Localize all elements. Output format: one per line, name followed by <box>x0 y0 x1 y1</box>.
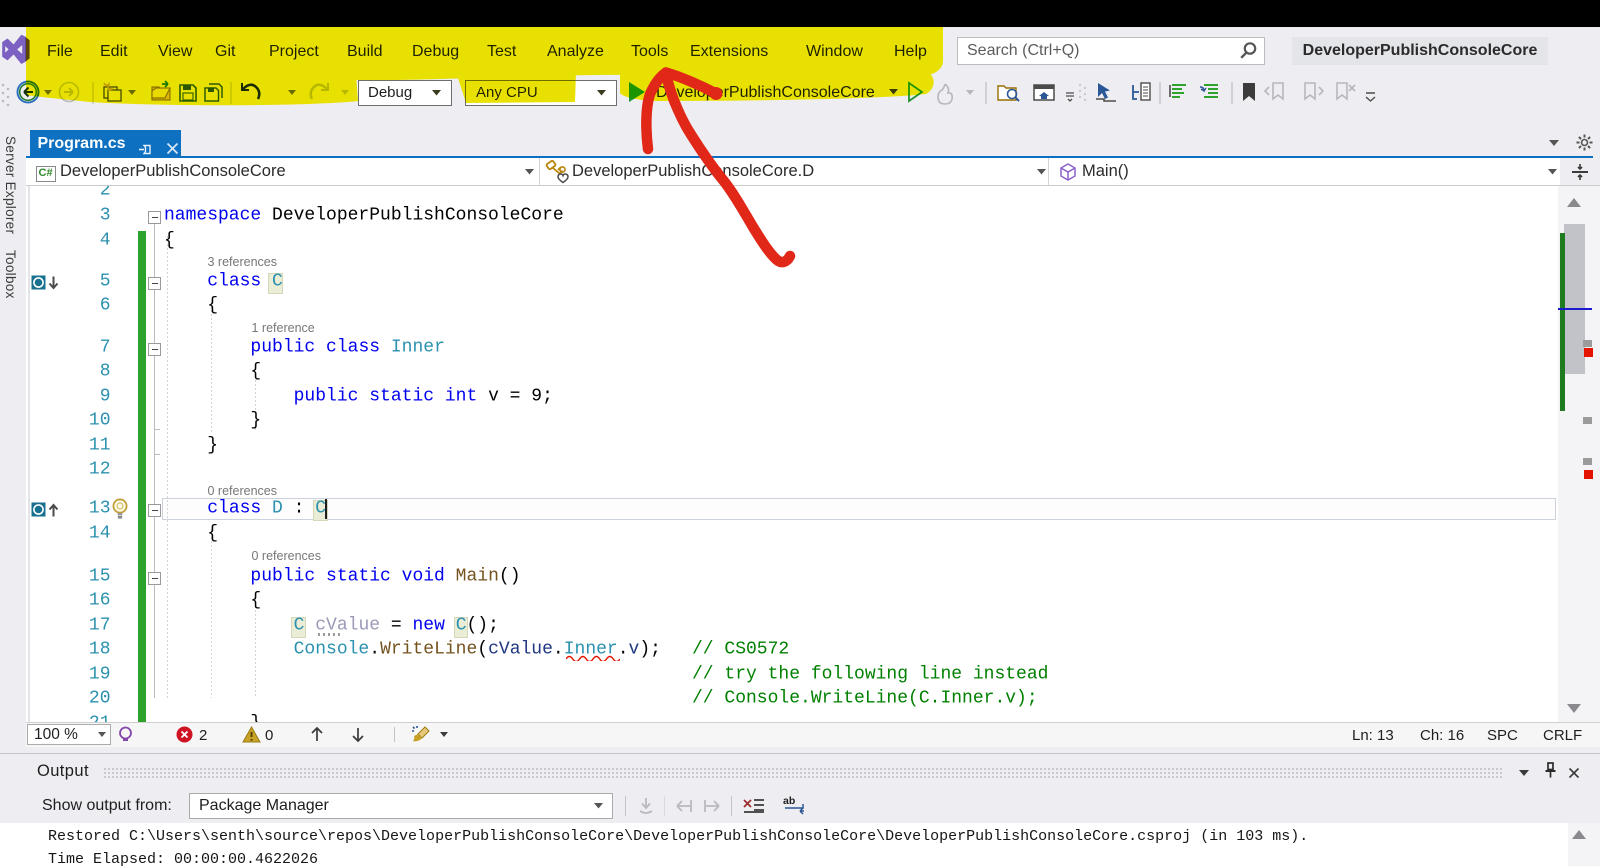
svg-text:ab: ab <box>783 795 795 807</box>
